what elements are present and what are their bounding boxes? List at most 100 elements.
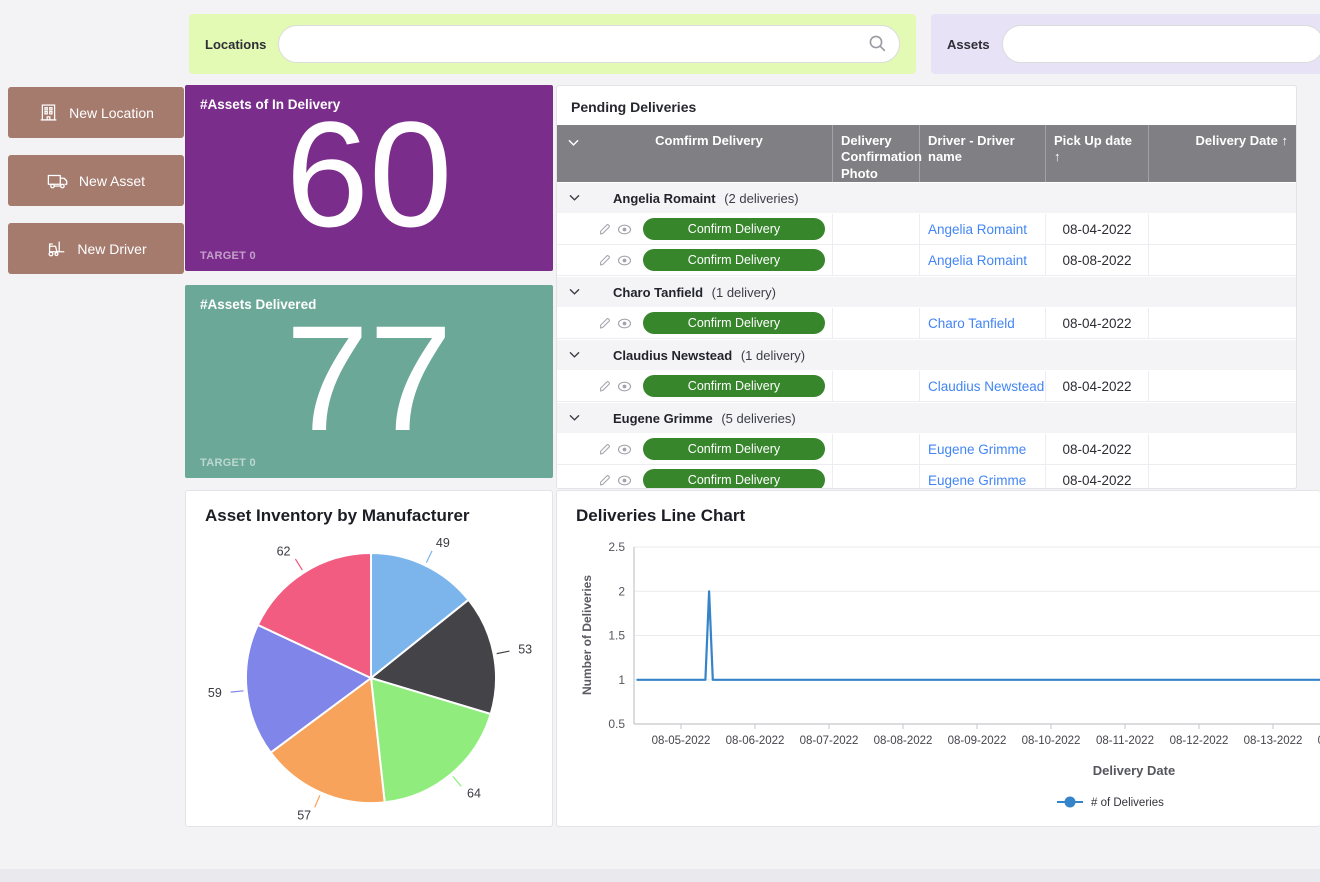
x-tick-label: 08-05-2022: [652, 735, 711, 747]
line-chart-title: Deliveries Line Chart: [576, 506, 745, 526]
x-tick-label: 08-13-2022: [1244, 735, 1303, 747]
driver-name-link[interactable]: Angelia Romaint: [920, 222, 1027, 237]
new-driver-button[interactable]: New Driver: [8, 223, 184, 274]
table-row: Confirm Delivery Charo Tanfield 08-04-2022: [557, 308, 1296, 339]
column-confirm-delivery[interactable]: Comfirm Delivery: [586, 125, 832, 182]
asset-inventory-pie-card: 495364575962 Asset Inventory by Manufact…: [185, 490, 553, 827]
photo-cell: [832, 465, 919, 489]
pickup-date-cell: 08-04-2022: [1045, 308, 1148, 338]
chevron-down-icon[interactable]: [569, 288, 581, 296]
view-icon[interactable]: [617, 473, 632, 488]
edit-icon[interactable]: [598, 379, 612, 393]
view-icon[interactable]: [617, 222, 632, 237]
bottom-bar: [0, 869, 1320, 882]
pie-value-label: 57: [297, 809, 311, 823]
building-icon: [38, 102, 59, 123]
driver-name-link[interactable]: Charo Tanfield: [920, 316, 1015, 331]
edit-icon[interactable]: [598, 222, 612, 236]
group-delivery-count: (5 deliveries): [718, 411, 796, 426]
view-icon[interactable]: [617, 379, 632, 394]
delivery-group-header[interactable]: Charo Tanfield (1 delivery): [557, 277, 1296, 307]
column-delivery-date[interactable]: Delivery Date ↑: [1148, 125, 1296, 182]
pie-label-connector: [497, 651, 510, 654]
group-driver-name: Claudius Newstead: [613, 348, 732, 363]
edit-icon[interactable]: [598, 473, 612, 487]
pickup-date-cell: 08-04-2022: [1045, 465, 1148, 489]
driver-cell: Charo Tanfield: [919, 308, 1045, 338]
view-icon[interactable]: [617, 442, 632, 457]
chevron-down-icon[interactable]: [569, 414, 581, 422]
confirm-delivery-button[interactable]: Confirm Delivery: [643, 469, 825, 489]
assets-filter-panel: Assets: [931, 14, 1320, 74]
delivery-group-header[interactable]: Angelia Romaint (2 deliveries): [557, 183, 1296, 213]
assets-search-input[interactable]: [1002, 25, 1320, 63]
column-pickup-date[interactable]: Pick Up date ↑: [1045, 125, 1148, 182]
edit-icon[interactable]: [598, 316, 612, 330]
pie-chart-title: Asset Inventory by Manufacturer: [205, 506, 470, 526]
deliveries-line-chart-card: 0.511.522.508-05-202208-06-202208-07-202…: [556, 490, 1320, 827]
pie-label-connector: [231, 691, 244, 692]
table-row: Confirm Delivery Claudius Newstead08-04-2…: [557, 371, 1296, 402]
column-confirmation-photo[interactable]: Delivery Confirmation Photo: [832, 125, 919, 182]
delivery-group-header[interactable]: Eugene Grimme (5 deliveries): [557, 403, 1296, 433]
delivery-date-cell: [1148, 371, 1296, 401]
kpi-assets-in-delivery: #Assets of In Delivery 60 TARGET 0: [185, 85, 553, 271]
driver-name-link[interactable]: Claudius Newstead: [920, 379, 1044, 394]
pickup-date-cell: 08-08-2022: [1045, 245, 1148, 275]
row-spacer: [557, 434, 586, 464]
confirm-delivery-button[interactable]: Confirm Delivery: [643, 249, 825, 271]
delivery-group-header[interactable]: Claudius Newstead (1 delivery): [557, 340, 1296, 370]
chevron-down-icon[interactable]: [569, 351, 581, 359]
new-asset-button[interactable]: New Asset: [8, 155, 184, 206]
pie-chart: 495364575962: [186, 491, 553, 827]
x-tick-label: 08-06-2022: [726, 735, 785, 747]
driver-name-link[interactable]: Eugene Grimme: [920, 442, 1026, 457]
legend-label[interactable]: # of Deliveries: [1091, 797, 1164, 809]
kpi-target: TARGET 0: [200, 250, 256, 262]
y-tick-label: 1: [618, 673, 625, 687]
locations-filter-panel: Locations: [189, 14, 916, 74]
edit-icon[interactable]: [598, 442, 612, 456]
photo-cell: [832, 308, 919, 338]
group-driver-name: Angelia Romaint: [613, 191, 716, 206]
confirm-cell: Confirm Delivery: [586, 434, 832, 464]
confirm-cell: Confirm Delivery: [586, 308, 832, 338]
locations-search-input[interactable]: [278, 25, 900, 63]
row-spacer: [557, 214, 586, 244]
chevron-down-icon[interactable]: [569, 194, 581, 202]
row-spacer: [557, 308, 586, 338]
confirm-cell: Confirm Delivery: [586, 371, 832, 401]
column-driver-name[interactable]: Driver - Driver name: [919, 125, 1045, 182]
pending-deliveries-card: Pending Deliveries Comfirm Delivery Deli…: [556, 85, 1297, 489]
x-tick-label: 08-09-2022: [948, 735, 1007, 747]
table-row: Confirm Delivery Eugene Grimme 08-04-2022: [557, 465, 1296, 489]
pickup-date-cell: 08-04-2022: [1045, 371, 1148, 401]
view-icon[interactable]: [617, 316, 632, 331]
driver-name-link[interactable]: Angelia Romaint: [920, 253, 1027, 268]
confirm-cell: Confirm Delivery: [586, 214, 832, 244]
table-row: Confirm Delivery Angelia Romaint 08-08-202…: [557, 245, 1296, 276]
confirm-delivery-button[interactable]: Confirm Delivery: [643, 312, 825, 334]
legend-marker[interactable]: [1065, 797, 1076, 808]
table-row: Confirm Delivery Angelia Romaint 08-04-202…: [557, 214, 1296, 245]
photo-cell: [832, 245, 919, 275]
table-body: Angelia Romaint (2 deliveries)Confirm De…: [557, 183, 1296, 489]
confirm-delivery-button[interactable]: Confirm Delivery: [643, 375, 825, 397]
driver-name-link[interactable]: Eugene Grimme: [920, 473, 1026, 488]
confirm-delivery-button[interactable]: Confirm Delivery: [643, 438, 825, 460]
confirm-delivery-button[interactable]: Confirm Delivery: [643, 218, 825, 240]
row-spacer: [557, 465, 586, 489]
x-tick-label: 08-07-2022: [800, 735, 859, 747]
kpi-target: TARGET 0: [200, 457, 256, 469]
new-location-button[interactable]: New Location: [8, 87, 184, 138]
line-chart: 0.511.522.508-05-202208-06-202208-07-202…: [557, 491, 1320, 827]
collapse-all-chevron-icon[interactable]: [557, 125, 586, 182]
pie-label-connector: [295, 559, 302, 570]
photo-cell: [832, 214, 919, 244]
pickup-date-cell: 08-04-2022: [1045, 214, 1148, 244]
edit-icon[interactable]: [598, 253, 612, 267]
group-delivery-count: (1 delivery): [708, 285, 776, 300]
view-icon[interactable]: [617, 253, 632, 268]
y-axis-title: Number of Deliveries: [580, 575, 594, 695]
forklift-icon: [45, 238, 67, 260]
